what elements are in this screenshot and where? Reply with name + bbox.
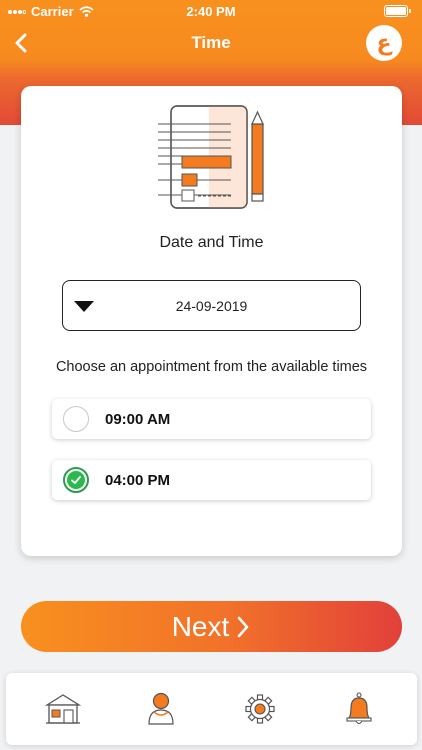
home-icon [44,694,82,724]
time-slot[interactable]: 04:00 PM [52,460,371,500]
radio-checked-icon[interactable] [63,467,89,493]
time-slot[interactable]: 09:00 AM [52,399,371,439]
time-slot-label: 09:00 AM [105,411,171,428]
language-toggle-button[interactable]: ع [366,25,402,61]
battery-icon [384,5,411,17]
next-button-label: Next [171,610,230,642]
notifications-icon [346,692,372,725]
page-title: Time [191,33,231,52]
date-value: 24-09-2019 [175,298,248,314]
status-bar: Carrier 2:40 PM [0,0,422,22]
tab-home[interactable] [44,691,82,727]
time-slot-label: 04:00 PM [105,472,171,489]
tab-bar [6,673,417,745]
chevron-right-icon [238,616,249,637]
profile-icon [148,692,174,725]
tab-profile[interactable] [142,691,180,727]
instruction-text: Choose an appointment from the available… [55,359,368,375]
form-illustration-icon [158,105,264,209]
section-title: Date and Time [159,234,264,251]
date-picker[interactable]: 24-09-2019 [62,280,361,331]
settings-icon [245,694,275,724]
checkmark-icon [71,476,81,484]
radio-unchecked-icon[interactable] [63,406,89,432]
appointment-card: Date and Time 24-09-2019 Choose an appoi… [21,86,402,556]
tab-notifications[interactable] [340,691,378,727]
status-time: 2:40 PM [186,4,236,19]
screen: Carrier 2:40 PM Time ع Date and Time 24-… [0,0,422,750]
tab-settings[interactable] [241,691,279,727]
next-button[interactable]: Next [21,601,402,652]
